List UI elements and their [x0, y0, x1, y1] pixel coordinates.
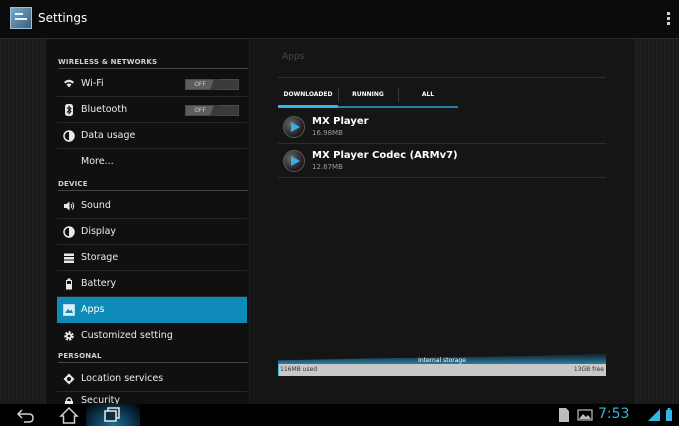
sidebar-item-label: Security [81, 395, 121, 404]
display-icon [63, 226, 75, 238]
storage-label: Internal storage [418, 357, 466, 364]
sidebar-item-label: Location services [81, 373, 164, 384]
divider [278, 77, 606, 78]
system-bar: 7:53 [0, 404, 679, 426]
divider [58, 190, 248, 191]
sidebar-item-customized-setting[interactable]: Customized setting [57, 323, 247, 349]
sidebar-item-apps[interactable]: Apps [57, 297, 247, 323]
wifi-icon [64, 79, 74, 88]
sidebar-item-security[interactable]: Security [57, 392, 247, 404]
sidebar-item-label: Storage [81, 252, 119, 263]
sidebar-item-sound[interactable]: Sound [57, 193, 247, 219]
battery-icon [66, 278, 72, 290]
signal-icon [648, 409, 660, 421]
lock-icon [65, 397, 73, 404]
tab-running[interactable]: RUNNING [338, 82, 398, 108]
bluetooth-toggle[interactable]: OFF [185, 105, 239, 116]
apps-icon [63, 304, 75, 316]
list-item[interactable]: MX Player Codec (ARMv7) 12.67MB [278, 144, 606, 178]
sidebar-item-label: Customized setting [81, 330, 173, 341]
sidebar-item-label: More... [81, 156, 114, 167]
sidebar-item-location-services[interactable]: Location services [57, 366, 247, 392]
location-icon [63, 373, 75, 385]
bluetooth-icon [65, 104, 73, 116]
internal-storage-bar: Internal storage 116MB used 13GB free [278, 352, 606, 376]
sidebar-item-more[interactable]: More... [57, 149, 247, 175]
app-name: MX Player [312, 116, 369, 127]
picture-icon [577, 409, 593, 421]
gear-icon [64, 331, 74, 341]
storage-used-text: 116MB used [280, 366, 318, 373]
sidebar-item-data-usage[interactable]: Data usage [57, 123, 247, 149]
section-header-device: DEVICE [58, 180, 88, 188]
storage-icon [64, 253, 74, 263]
section-header-wireless: WIRELESS & NETWORKS [58, 58, 158, 66]
settings-app-icon[interactable] [10, 7, 32, 29]
active-tab-indicator [278, 105, 338, 108]
sidebar-item-label: Display [81, 226, 117, 237]
sidebar-item-label: Apps [81, 304, 105, 315]
mx-player-icon [283, 116, 305, 138]
wifi-toggle[interactable]: OFF [185, 79, 239, 90]
sidebar-item-wifi[interactable]: Wi-Fi OFF [57, 71, 247, 97]
storage-free-text: 13GB free [573, 366, 604, 373]
sound-icon [64, 201, 75, 211]
battery-status-icon [666, 408, 672, 421]
sidebar-item-storage[interactable]: Storage [57, 245, 247, 271]
sidebar-item-display[interactable]: Display [57, 219, 247, 245]
section-header-personal: PERSONAL [58, 352, 102, 360]
sidebar-item-label: Wi-Fi [81, 78, 104, 89]
app-size: 12.67MB [312, 163, 343, 171]
divider [58, 362, 248, 363]
back-icon[interactable] [16, 406, 36, 424]
sidebar-item-bluetooth[interactable]: Bluetooth OFF [57, 97, 247, 123]
divider [58, 68, 248, 69]
list-item[interactable]: MX Player 16.98MB [278, 110, 606, 144]
file-icon [559, 408, 569, 422]
sidebar-item-label: Bluetooth [81, 104, 128, 115]
recent-apps-icon[interactable] [103, 406, 123, 424]
storage-bar [278, 364, 606, 376]
sidebar-item-battery[interactable]: Battery [57, 271, 247, 297]
app-size: 16.98MB [312, 129, 343, 137]
apps-title: Apps [282, 52, 305, 62]
storage-used-fill [278, 364, 279, 376]
app-name: MX Player Codec (ARMv7) [312, 150, 458, 161]
sidebar-item-label: Sound [81, 200, 111, 211]
sidebar-item-label: Battery [81, 278, 117, 289]
action-bar: Settings [0, 0, 679, 39]
data-usage-icon [63, 130, 75, 142]
clock[interactable]: 7:53 [598, 406, 629, 422]
tab-all[interactable]: ALL [398, 82, 458, 108]
page-title: Settings [38, 11, 88, 25]
sidebar-item-label: Data usage [81, 130, 136, 141]
home-icon[interactable] [58, 406, 80, 424]
overflow-menu-icon[interactable] [667, 12, 671, 26]
mx-player-codec-icon [283, 150, 305, 172]
